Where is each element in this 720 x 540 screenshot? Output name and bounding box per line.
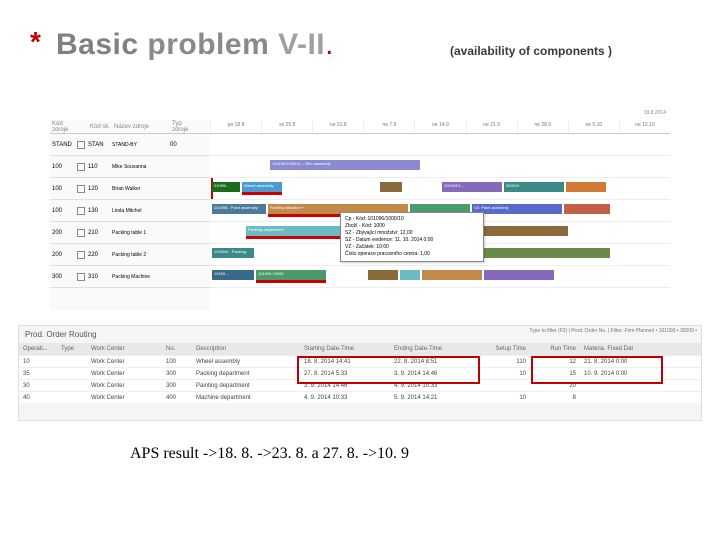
ruler-tick: ne 12.10 <box>619 120 670 133</box>
routing-row: 30Work Center300Painting department3. 9.… <box>19 379 701 391</box>
ruler-tick: ne 14.9 <box>414 120 465 133</box>
routing-head: Operati... Type Work Center No. Descript… <box>19 343 701 355</box>
bar <box>380 182 402 192</box>
bar: 01099/.. <box>212 182 240 192</box>
checkbox-icon[interactable] <box>77 251 85 259</box>
bar: 101100/1000/10 -- Rim assembly <box>270 160 420 170</box>
bar <box>566 182 606 192</box>
ruler-tick: ne 31.8 <box>312 120 363 133</box>
h-setup: Setup Time <box>480 346 530 352</box>
bar: 300010 <box>504 182 564 192</box>
bar <box>400 270 420 280</box>
resource-row: 100110Mike Souvanna <box>50 156 210 178</box>
col-h-2: Kód sk. <box>88 123 112 131</box>
resource-row: STANDSTANSTAND-BY00 <box>50 134 210 156</box>
h-run: Run Time <box>530 346 580 352</box>
h-op: Operati... <box>19 346 57 352</box>
col-h-4: Typ zdroje <box>170 120 198 134</box>
tip-line: VZ - Začátek: 10:00 <box>345 244 479 251</box>
grid-header: Kód zdroje Kód sk. Název zdroje Typ zdro… <box>50 120 210 134</box>
bar <box>368 270 398 280</box>
checkbox-icon[interactable] <box>77 163 85 171</box>
routing-row: 35Work Center300Packing department27. 8.… <box>19 367 701 379</box>
bar-tooltip: Cp - Kód: 101096/1000/10 Zboží - Kód: 10… <box>340 212 484 262</box>
bar: 101004/.. Packing.. <box>212 248 254 258</box>
h-start: Starting Date-Time <box>300 346 390 352</box>
subtitle: (availability of components ) <box>450 44 612 58</box>
h-end: Ending Date-Time <box>390 346 480 352</box>
bar: VZ: Paint assembly <box>472 204 562 214</box>
title-w2: problem <box>147 28 269 61</box>
ruler-tick: so 25.8 <box>261 120 312 133</box>
tip-line: SZ - Datum evidence: 11. 10. 2014 0:00 <box>345 237 479 244</box>
bar: 101002/1... <box>442 182 502 192</box>
resource-row: 100130Linda Mitchel <box>50 200 210 222</box>
ruler-tick: po 18.8 <box>210 120 261 133</box>
ruler-tick: ne 28.9 <box>517 120 568 133</box>
ruler-tick: ne 5.10 <box>568 120 619 133</box>
routing-filter: Type to filter (F3) | Prod. Order No. | … <box>529 328 697 334</box>
page-title: Basic problem V-II. <box>56 28 334 62</box>
bullet: * <box>30 26 41 58</box>
bar: 101006 10000 <box>256 270 326 280</box>
resource-row: 200220Packing table 2 <box>50 244 210 266</box>
checkbox-icon[interactable] <box>77 141 85 149</box>
h-wc: Work Center <box>87 346 162 352</box>
lane-machine: 10109... 101006 10000 <box>210 266 670 288</box>
lane-mike: 101100/1000/10 -- Rim assembly <box>210 156 670 178</box>
resource-grid: Kód zdroje Kód sk. Název zdroje Typ zdro… <box>50 120 210 310</box>
h-type: Type <box>57 346 87 352</box>
lane-brian: 01099/.. Wheel assembly 101002/1... 3000… <box>210 178 670 200</box>
col-h-1: Kód zdroje <box>50 120 74 134</box>
title-w1: Basic <box>56 28 139 61</box>
bar <box>484 270 554 280</box>
h-mat: Materia. Fixed Dat <box>580 346 658 352</box>
h-no: No. <box>162 346 192 352</box>
aps-result: APS result ->18. 8. ->23. 8. a 27. 8. ->… <box>130 445 409 463</box>
today-mark: 19.8.2014 <box>644 110 666 116</box>
resource-row: 200210Packing table 1 <box>50 222 210 244</box>
gantt-chart: Kód zdroje Kód sk. Název zdroje Typ zdro… <box>50 120 670 310</box>
tip-line: SZ - Zbývající množství: 12,00 <box>345 230 479 237</box>
bar: Wheel assembly <box>242 182 282 192</box>
tip-line: Cp - Kód: 101096/1000/10 <box>345 216 479 223</box>
title-suffix: V-II <box>269 28 325 61</box>
redbar <box>256 280 326 283</box>
bar <box>422 270 482 280</box>
checkbox-icon[interactable] <box>77 185 85 193</box>
h-desc: Description <box>192 346 300 352</box>
bar <box>564 204 610 214</box>
gantt-ruler: po 18.8so 25.8ne 31.8ne 7.9ne 14.9ne 21.… <box>210 120 670 134</box>
checkbox-icon[interactable] <box>77 229 85 237</box>
bar: 10109... <box>212 270 254 280</box>
routing-row: 40Work Center400Machine department4. 9. … <box>19 391 701 403</box>
resource-row: 100120Brian Walker <box>50 178 210 200</box>
routing-row: 10Work Center100Wheel assembly18. 8. 201… <box>19 355 701 367</box>
bar: 101098.. Point assembly <box>212 204 266 214</box>
col-h-3: Název zdroje <box>112 123 170 131</box>
resource-row: 300310Packing Machine <box>50 266 210 288</box>
tip-line: Číslo operace pracovního centra: 1,00 <box>345 251 479 258</box>
routing-panel: Prod. Order Routing Type to filter (F3) … <box>18 325 702 421</box>
lane-standby <box>210 134 670 156</box>
tip-line: Zboží - Kód: 1000 <box>345 223 479 230</box>
checkbox-icon[interactable] <box>77 273 85 281</box>
ruler-tick: ne 21.9 <box>466 120 517 133</box>
ruler-tick: ne 7.9 <box>363 120 414 133</box>
title-dot: . <box>325 28 334 61</box>
redbar <box>242 192 282 195</box>
checkbox-icon[interactable] <box>77 207 85 215</box>
gantt-lanes: 19.8.2014 po 18.8so 25.8ne 31.8ne 7.9ne … <box>210 120 670 310</box>
